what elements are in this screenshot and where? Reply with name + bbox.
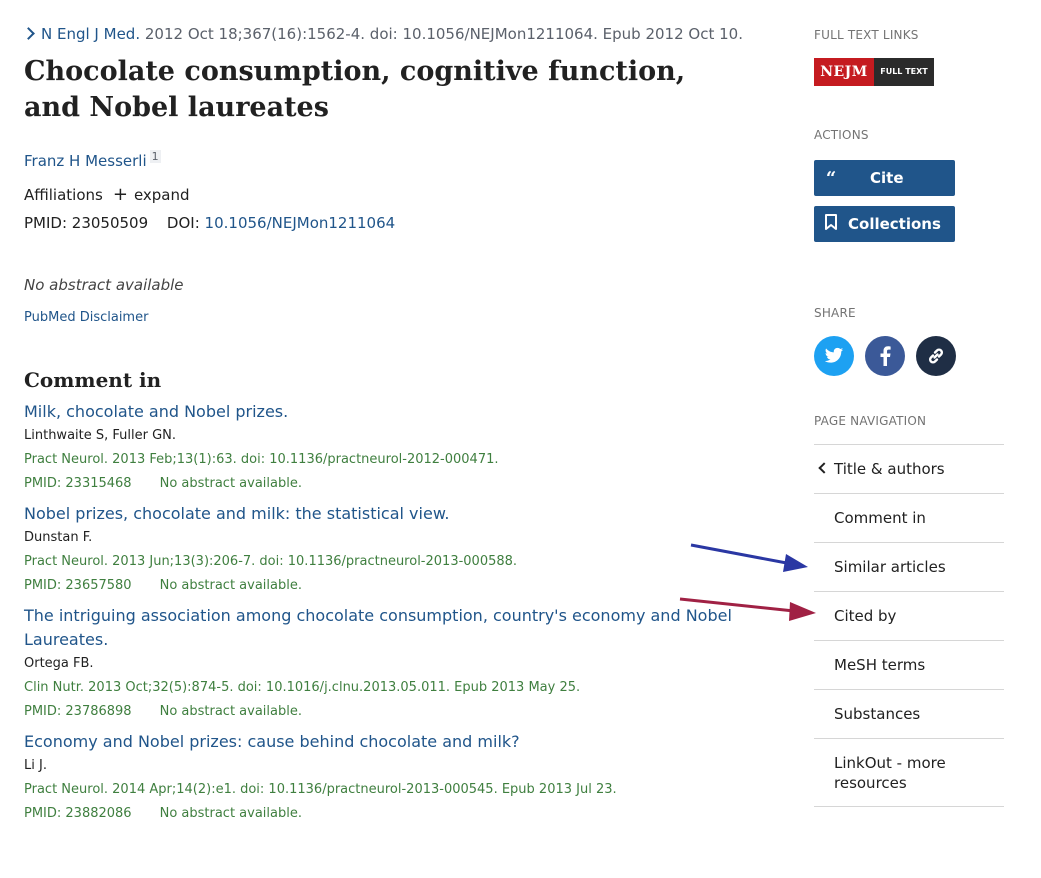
comment-title-link[interactable]: Economy and Nobel prizes: cause behind c… (24, 730, 744, 754)
nav-item-label: Substances (834, 705, 921, 723)
comment-pmid-row: PMID: 23315468 No abstract available. (24, 472, 744, 496)
comment-in-heading: Comment in (24, 368, 162, 392)
author-link[interactable]: Franz H Messerli (24, 152, 147, 170)
comment-no-abstract: No abstract available. (159, 704, 302, 719)
comment-pmid-row: PMID: 23786898 No abstract available. (24, 700, 744, 724)
comment-authors: Li J. (24, 758, 47, 773)
link-icon (928, 348, 944, 364)
pmid-value: PMID: 23050509 (24, 214, 149, 232)
collections-button-label: Collections (848, 215, 941, 233)
comment-title-link[interactable]: Milk, chocolate and Nobel prizes. (24, 400, 744, 424)
doi-link[interactable]: 10.1056/NEJMon1211064 (205, 214, 396, 232)
comment-title-link[interactable]: Nobel prizes, chocolate and milk: the st… (24, 502, 744, 526)
comment-list: Milk, chocolate and Nobel prizes. Linthwa… (24, 400, 744, 826)
share-buttons (814, 336, 1004, 376)
comment-reference: Pract Neurol. 2013 Feb;13(1):63. doi: 10… (24, 452, 499, 467)
comment-pmid: PMID: 23657580 (24, 578, 132, 593)
facebook-icon (880, 346, 891, 366)
article-main: N Engl J Med. 2012 Oct 18;367(16):1562-4… (22, 22, 744, 826)
nejm-logo: NEJM (814, 58, 874, 86)
comment-authors: Linthwaite S, Fuller GN. (24, 428, 177, 443)
quote-icon: “ (825, 167, 837, 189)
comment-pmid: PMID: 23315468 (24, 476, 132, 491)
cite-button[interactable]: “ Cite (814, 160, 955, 196)
nav-item-substances[interactable]: Substances (814, 690, 1004, 739)
sidebar: FULL TEXT LINKS NEJM FULL TEXT ACTIONS “… (814, 26, 1004, 807)
chevron-right-icon[interactable] (22, 27, 35, 40)
collections-button[interactable]: Collections (814, 206, 955, 242)
nav-item-label: MeSH terms (834, 656, 926, 674)
pubmed-disclaimer-link[interactable]: PubMed Disclaimer (24, 308, 744, 328)
twitter-share-button[interactable] (814, 336, 854, 376)
page-navigation-label: PAGE NAVIGATION (814, 414, 927, 428)
nav-item-label: Cited by (834, 607, 897, 625)
comment-reference: Clin Nutr. 2013 Oct;32(5):874-5. doi: 10… (24, 680, 581, 695)
nav-item-label: LinkOut - more resources (834, 753, 946, 792)
permalink-share-button[interactable] (916, 336, 956, 376)
affiliations-row: Affiliations + expand (24, 184, 744, 206)
comment-reference: Pract Neurol. 2013 Jun;13(3):206-7. doi:… (24, 554, 518, 569)
share-label: SHARE (814, 306, 856, 320)
chevron-left-icon (818, 462, 830, 474)
comment-no-abstract: No abstract available. (159, 806, 302, 821)
citation-details: 2012 Oct 18;367(16):1562-4. doi: 10.1056… (144, 25, 743, 43)
cite-button-label: Cite (870, 169, 904, 187)
expand-button[interactable]: expand (134, 186, 190, 204)
full-text-links-label: FULL TEXT LINKS (814, 28, 919, 42)
no-abstract-text: No abstract available (24, 276, 184, 294)
comment-item: Economy and Nobel prizes: cause behind c… (24, 730, 744, 826)
citation-line: N Engl J Med. 2012 Oct 18;367(16):1562-4… (22, 22, 744, 46)
authors-list: Franz H Messerli 1 (24, 146, 744, 172)
comment-pmid-row: PMID: 23657580 No abstract available. (24, 574, 744, 598)
nav-item-linkout[interactable]: LinkOut - more resources (814, 739, 1004, 807)
comment-no-abstract: No abstract available. (159, 578, 302, 593)
comment-item: Milk, chocolate and Nobel prizes. Linthwa… (24, 400, 744, 496)
comment-item: Nobel prizes, chocolate and milk: the st… (24, 502, 744, 598)
doi-label: DOI: (166, 214, 200, 232)
facebook-share-button[interactable] (865, 336, 905, 376)
nav-item-cited-by[interactable]: Cited by (814, 592, 1004, 641)
nav-item-title-authors[interactable]: Title & authors (814, 445, 1004, 494)
nav-item-comment-in[interactable]: Comment in (814, 494, 1004, 543)
comment-title-link[interactable]: The intriguing association among chocola… (24, 604, 744, 652)
comment-authors: Dunstan F. (24, 530, 93, 545)
journal-link[interactable]: N Engl J Med. (41, 25, 140, 43)
nav-item-label: Similar articles (834, 558, 946, 576)
plus-icon[interactable]: + (113, 184, 128, 205)
nejm-full-text-link[interactable]: NEJM FULL TEXT (814, 58, 934, 86)
comment-no-abstract: No abstract available. (159, 476, 302, 491)
comment-pmid-row: PMID: 23882086 No abstract available. (24, 802, 744, 826)
comment-item: The intriguing association among chocola… (24, 604, 744, 724)
comment-reference: Pract Neurol. 2014 Apr;14(2):e1. doi: 10… (24, 782, 617, 797)
actions-label: ACTIONS (814, 128, 869, 142)
identifiers-row: PMID: 23050509 DOI: 10.1056/NEJMon121106… (24, 212, 744, 234)
nav-item-mesh-terms[interactable]: MeSH terms (814, 641, 1004, 690)
full-text-badge: FULL TEXT (874, 58, 934, 86)
twitter-icon (824, 347, 844, 363)
comment-pmid: PMID: 23882086 (24, 806, 132, 821)
author-affiliation-number[interactable]: 1 (149, 150, 161, 163)
annotation-arrow-similar-articles (690, 543, 808, 572)
bookmark-icon (814, 213, 848, 235)
annotation-arrow-cited-by (679, 597, 816, 621)
page-navigation: Title & authors Comment in Similar article… (814, 444, 1004, 807)
affiliations-label: Affiliations (24, 186, 103, 204)
nav-item-label: Title & authors (834, 460, 945, 478)
comment-authors: Ortega FB. (24, 656, 94, 671)
nav-item-similar-articles[interactable]: Similar articles (814, 543, 1004, 592)
nav-item-label: Comment in (834, 509, 926, 527)
comment-pmid: PMID: 23786898 (24, 704, 132, 719)
article-title: Chocolate consumption, cognitive functio… (24, 56, 686, 123)
